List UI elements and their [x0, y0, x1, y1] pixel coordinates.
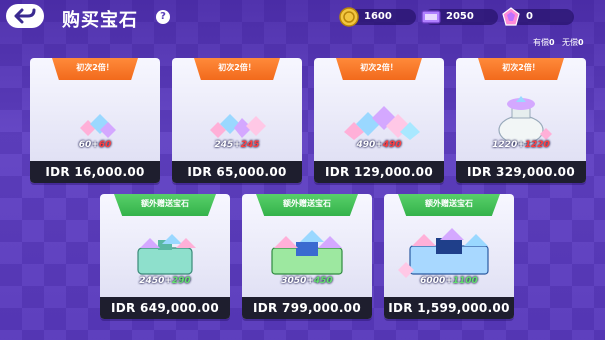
gem-pack-card[interactable]: 额外赠送宝石 3050+450 IDR 799,000.00	[242, 194, 372, 319]
gem-bag-icon	[137, 234, 196, 275]
bonus-amount: 60	[98, 140, 112, 150]
gem-sack-icon	[498, 96, 552, 145]
gem-amount: 3050+450	[242, 276, 372, 286]
price-button[interactable]: IDR 1,599,000.00	[384, 297, 514, 319]
ticket-value: 2050	[446, 11, 474, 22]
help-button[interactable]: ?	[156, 10, 170, 24]
first-purchase-ribbon: 初次2倍！	[478, 58, 564, 80]
price-button[interactable]: IDR 799,000.00	[242, 297, 372, 319]
bonus-amount: 490	[382, 140, 402, 150]
free-value: 0	[578, 38, 584, 47]
ticket-balance[interactable]: 2050	[421, 9, 498, 25]
bonus-amount: 245	[240, 140, 260, 150]
price-button[interactable]: IDR 649,000.00	[100, 297, 230, 319]
free-label: 无偿	[562, 38, 578, 47]
bonus-gems-ribbon: 额外赠送宝石	[256, 194, 358, 216]
gem-amount: 1220+1220	[456, 140, 586, 150]
ticket-icon	[421, 10, 441, 24]
coin-value: 1600	[364, 11, 392, 22]
coin-balance[interactable]: 1600	[339, 7, 416, 27]
gem-chest-icon	[271, 230, 343, 275]
bonus-amount: 1100	[452, 276, 478, 286]
back-button[interactable]	[6, 4, 44, 28]
gem-pack-card[interactable]: 额外赠送宝石 6000+1100 IDR 1,599,000.00	[384, 194, 514, 319]
gem-pack-card[interactable]: 额外赠送宝石 2450+290 IDR 649,000.00	[100, 194, 230, 319]
gem-crate-icon	[398, 228, 489, 278]
gem-amount: 6000+1100	[384, 276, 514, 286]
free-gems-indicator: 无偿0	[562, 37, 584, 48]
coin-icon	[339, 7, 359, 27]
base-amount: 245+	[214, 140, 241, 150]
gem-pile-small-icon	[80, 114, 116, 138]
paid-value: 0	[549, 38, 555, 47]
base-amount: 2450+	[139, 276, 172, 286]
gem-pack-card[interactable]: 初次2倍！ 245+245 IDR 65,000.00	[172, 58, 302, 183]
base-amount: 1220+	[492, 140, 525, 150]
gem-amount: 490+490	[314, 140, 444, 150]
base-amount: 60+	[78, 140, 99, 150]
price-button[interactable]: IDR 329,000.00	[456, 161, 586, 183]
gem-icon	[502, 7, 520, 26]
base-amount: 6000+	[420, 276, 453, 286]
paid-gems-indicator: 有偿0	[533, 37, 555, 48]
bonus-amount: 290	[171, 276, 191, 286]
paid-label: 有偿	[533, 38, 549, 47]
price-button[interactable]: IDR 16,000.00	[30, 161, 160, 183]
gem-amount: 2450+290	[100, 276, 230, 286]
price-button[interactable]: IDR 129,000.00	[314, 161, 444, 183]
gem-amount: 60+60	[30, 140, 160, 150]
top-bar: 购买宝石 ? 1600 2050 0	[0, 0, 605, 34]
gem-amount: 245+245	[172, 140, 302, 150]
back-arrow-icon	[14, 8, 36, 24]
gem-pack-card[interactable]: 初次2倍！ 60+60 IDR 16,000.00	[30, 58, 160, 183]
first-purchase-ribbon: 初次2倍！	[194, 58, 280, 80]
gem-pile-medium-icon	[210, 114, 266, 138]
first-purchase-ribbon: 初次2倍！	[52, 58, 138, 80]
gem-shop-screen: 购买宝石 ? 1600 2050 0 有偿0 无偿0 初次2倍！ 60+60 I…	[0, 0, 605, 340]
gem-balance[interactable]: 0	[502, 7, 574, 26]
bonus-gems-ribbon: 额外赠送宝石	[398, 194, 500, 216]
gem-pack-card[interactable]: 初次2倍！ 490+490 IDR 129,000.00	[314, 58, 444, 183]
gem-value: 0	[526, 11, 533, 22]
bonus-amount: 450	[313, 276, 333, 286]
bonus-gems-ribbon: 额外赠送宝石	[114, 194, 216, 216]
price-button[interactable]: IDR 65,000.00	[172, 161, 302, 183]
page-title: 购买宝石	[62, 10, 138, 31]
first-purchase-ribbon: 初次2倍！	[336, 58, 422, 80]
base-amount: 490+	[356, 140, 383, 150]
gem-pack-card[interactable]: 初次2倍！ 1220+1220 IDR 329,000.00	[456, 58, 586, 183]
base-amount: 3050+	[281, 276, 314, 286]
bonus-amount: 1220	[524, 140, 550, 150]
gem-pile-large-icon	[344, 106, 420, 140]
